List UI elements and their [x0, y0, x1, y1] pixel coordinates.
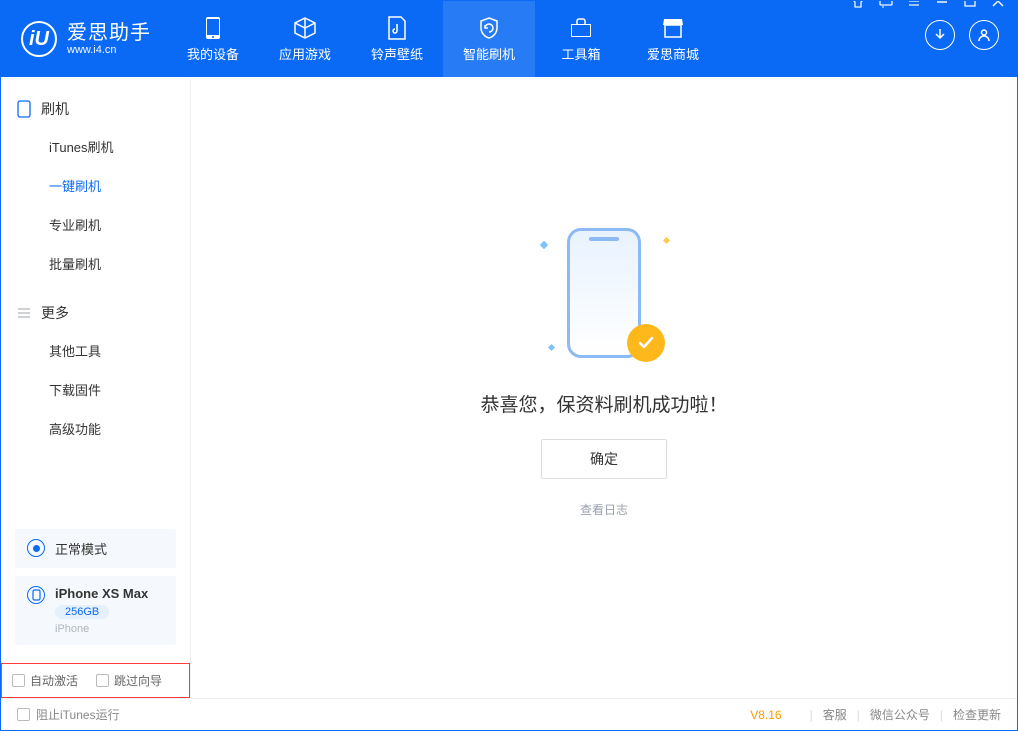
- sidebar-group-flash: 刷机: [1, 91, 190, 127]
- download-button[interactable]: [925, 20, 955, 50]
- mode-icon: [27, 539, 45, 557]
- app-title: 爱思助手: [67, 22, 151, 44]
- device-storage-badge: 256GB: [55, 605, 109, 619]
- sidebar-item-batch-flash[interactable]: 批量刷机: [1, 244, 190, 283]
- statusbar: 阻止iTunes运行 V8.16 | 客服 | 微信公众号 | 检查更新: [1, 698, 1017, 730]
- app-window: iU 爱思助手 www.i4.cn 我的设备 应用游戏 铃声壁纸 智能刷机: [0, 0, 1018, 731]
- sparkle-icon: [663, 236, 670, 243]
- feedback-icon[interactable]: [877, 0, 895, 10]
- status-link-wechat[interactable]: 微信公众号: [870, 706, 930, 723]
- checkbox-auto-activate[interactable]: 自动激活: [12, 672, 78, 689]
- sparkle-icon: [540, 240, 548, 248]
- sidebar-item-download-firmware[interactable]: 下载固件: [1, 370, 190, 409]
- nav-label: 我的设备: [187, 44, 239, 63]
- titlebar: iU 爱思助手 www.i4.cn 我的设备 应用游戏 铃声壁纸 智能刷机: [1, 1, 1017, 77]
- checkbox-icon: [17, 708, 30, 721]
- logo-block: iU 爱思助手 www.i4.cn: [1, 21, 167, 57]
- sidebar-item-pro-flash[interactable]: 专业刷机: [1, 205, 190, 244]
- nav-label: 应用游戏: [279, 44, 331, 63]
- nav-store[interactable]: 爱思商城: [627, 1, 719, 77]
- nav-label: 工具箱: [561, 44, 600, 63]
- device-name: iPhone XS Max: [55, 586, 148, 601]
- device-phone-icon: [27, 586, 45, 604]
- checkbox-icon: [12, 674, 25, 687]
- device-type: iPhone: [55, 623, 148, 635]
- logo-letter: iU: [29, 28, 49, 51]
- nav-toolbox[interactable]: 工具箱: [535, 1, 627, 77]
- checkbox-icon: [96, 674, 109, 687]
- device-mode-row[interactable]: 正常模式: [15, 529, 176, 568]
- sidebar-item-oneclick-flash[interactable]: 一键刷机: [1, 166, 190, 205]
- nav-ringtone-wallpaper[interactable]: 铃声壁纸: [351, 1, 443, 77]
- ok-button[interactable]: 确定: [541, 439, 667, 479]
- nav-label: 爱思商城: [647, 44, 699, 63]
- maximize-icon[interactable]: [961, 0, 979, 10]
- toolbox-icon: [569, 16, 593, 40]
- sidebar-item-itunes-flash[interactable]: iTunes刷机: [1, 127, 190, 166]
- success-illustration: [539, 218, 669, 368]
- phone-outline-icon: [17, 100, 31, 118]
- mode-label: 正常模式: [55, 539, 107, 558]
- music-file-icon: [385, 16, 409, 40]
- cube-icon: [293, 16, 317, 40]
- list-icon: [17, 306, 31, 320]
- logo-icon: iU: [21, 21, 57, 57]
- checkbox-label: 阻止iTunes运行: [36, 706, 120, 723]
- store-icon: [661, 16, 685, 40]
- body: 刷机 iTunes刷机 一键刷机 专业刷机 批量刷机 更多 其他工具 下载固件 …: [1, 77, 1017, 698]
- theme-icon[interactable]: [849, 0, 867, 10]
- group-header-label: 刷机: [41, 99, 69, 119]
- titlebar-actions: [925, 20, 1013, 50]
- group-header-label: 更多: [41, 303, 69, 323]
- success-message: 恭喜您，保资料刷机成功啦！: [480, 390, 727, 417]
- app-subtitle: www.i4.cn: [67, 44, 151, 56]
- nav-label: 铃声壁纸: [371, 44, 423, 63]
- checkbox-label: 自动激活: [30, 672, 78, 689]
- nav-apps-games[interactable]: 应用游戏: [259, 1, 351, 77]
- sidebar-item-advanced[interactable]: 高级功能: [1, 409, 190, 448]
- main-nav: 我的设备 应用游戏 铃声壁纸 智能刷机 工具箱 爱思商城: [167, 1, 719, 77]
- main-content: 恭喜您，保资料刷机成功啦！ 确定 查看日志: [191, 77, 1017, 698]
- minimize-icon[interactable]: [933, 0, 951, 10]
- close-icon[interactable]: [989, 0, 1007, 10]
- checkbox-block-itunes[interactable]: 阻止iTunes运行: [17, 706, 120, 723]
- flash-options-row: 自动激活 跳过向导: [1, 663, 190, 698]
- device-info-row[interactable]: iPhone XS Max 256GB iPhone: [15, 576, 176, 645]
- success-panel: 恭喜您，保资料刷机成功啦！ 确定 查看日志: [480, 218, 727, 518]
- status-link-support[interactable]: 客服: [823, 706, 847, 723]
- checkbox-skip-guide[interactable]: 跳过向导: [96, 672, 162, 689]
- refresh-shield-icon: [477, 16, 501, 40]
- checkbox-label: 跳过向导: [114, 672, 162, 689]
- nav-my-device[interactable]: 我的设备: [167, 1, 259, 77]
- window-controls: [849, 0, 1013, 10]
- device-panel: 正常模式 iPhone XS Max 256GB iPhone: [1, 519, 190, 663]
- nav-label: 智能刷机: [463, 44, 515, 63]
- sidebar: 刷机 iTunes刷机 一键刷机 专业刷机 批量刷机 更多 其他工具 下载固件 …: [1, 77, 191, 698]
- nav-smart-flash[interactable]: 智能刷机: [443, 1, 535, 77]
- check-badge-icon: [627, 324, 665, 362]
- device-icon: [201, 16, 225, 40]
- user-button[interactable]: [969, 20, 999, 50]
- version-label: V8.16: [750, 708, 781, 722]
- logo-text: 爱思助手 www.i4.cn: [67, 22, 151, 56]
- sidebar-item-other-tools[interactable]: 其他工具: [1, 331, 190, 370]
- sparkle-icon: [548, 343, 555, 350]
- status-link-update[interactable]: 检查更新: [953, 706, 1001, 723]
- menu-icon[interactable]: [905, 0, 923, 10]
- sidebar-group-more: 更多: [1, 295, 190, 331]
- view-log-link[interactable]: 查看日志: [580, 501, 628, 518]
